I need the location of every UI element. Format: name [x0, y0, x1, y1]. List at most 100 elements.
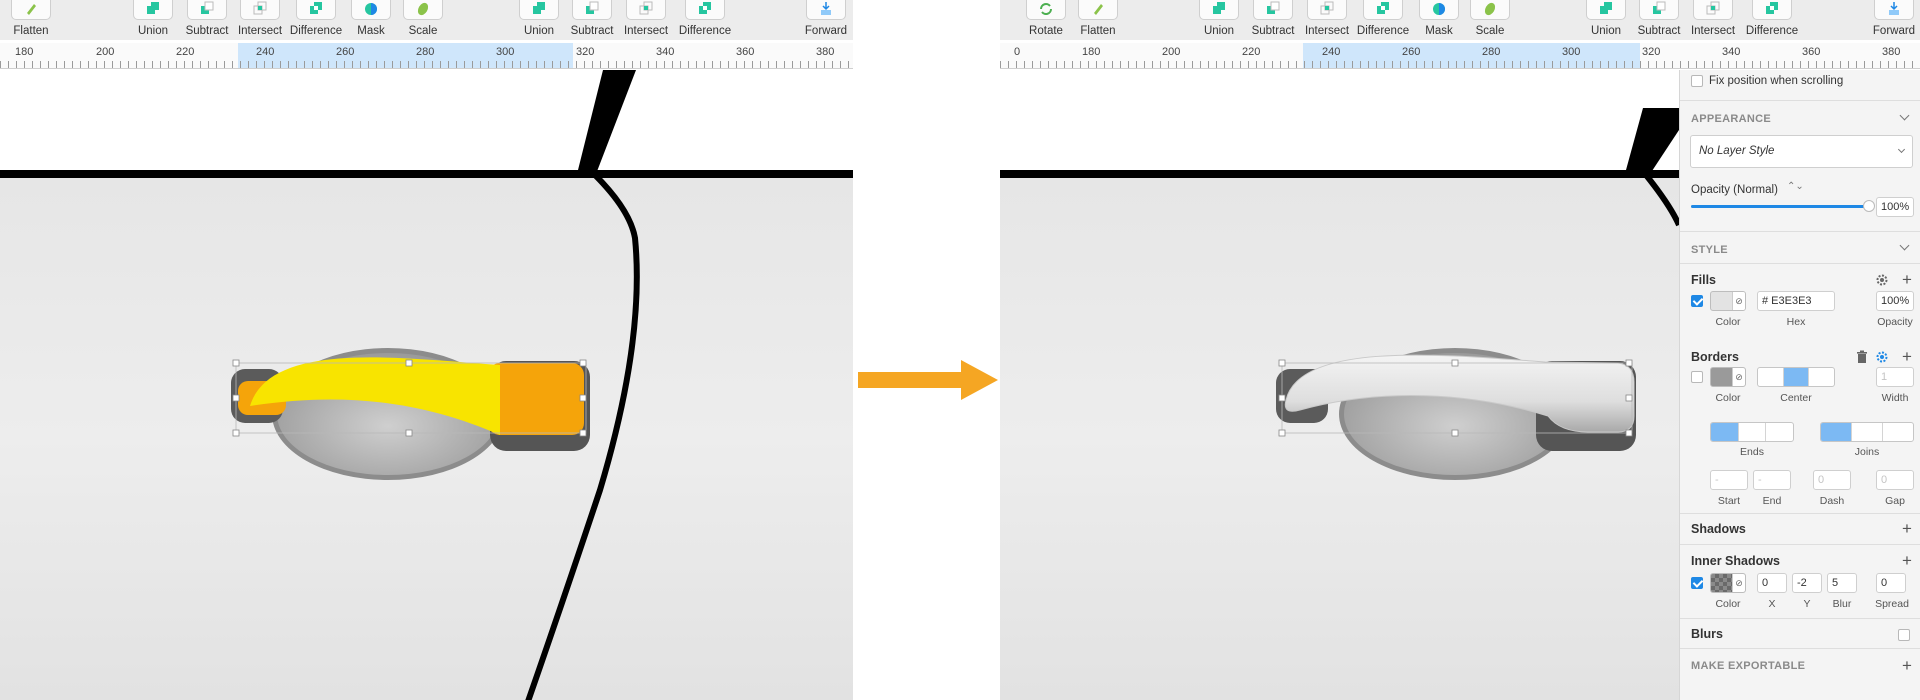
mask-icon — [365, 3, 377, 15]
fill-opacity-input[interactable]: 100% — [1876, 291, 1914, 311]
blur-enabled-checkbox[interactable] — [1898, 629, 1910, 641]
border-center-icon[interactable] — [1783, 368, 1810, 386]
toolbar-subtract-button[interactable]: Subtract — [178, 0, 236, 40]
border-outside-icon[interactable] — [1809, 368, 1834, 386]
toolbar-union-button[interactable]: Union — [1190, 0, 1248, 40]
after-panel: Rotate Flatten Union Subtract Intersect … — [1000, 0, 1920, 700]
ends-label: Ends — [1740, 446, 1764, 458]
toolbar-intersect-button-2[interactable]: Intersect — [1684, 0, 1742, 40]
forward-icon — [1889, 2, 1899, 15]
trash-icon[interactable] — [1856, 350, 1868, 364]
toolbar-subtract-button-2[interactable]: Subtract — [1630, 0, 1688, 40]
border-width-input[interactable]: 1 — [1876, 367, 1914, 387]
toolbar-mask-button[interactable]: Mask — [342, 0, 400, 40]
start-label: Start — [1717, 495, 1741, 507]
inspector-panel: Fix position when scrolling APPEARANCE N… — [1679, 70, 1920, 700]
toolbar-union-button-2[interactable]: Union — [1577, 0, 1635, 40]
toolbar-difference-button[interactable]: Difference — [287, 0, 345, 40]
ruler-label: 300 — [1562, 46, 1581, 58]
inner-shadow-spread-label: Spread — [1875, 598, 1909, 610]
border-color-swatch[interactable]: ⊘ — [1710, 367, 1746, 387]
dash-label: Dash — [1819, 495, 1845, 507]
toolbar-scale-button[interactable]: Scale — [1461, 0, 1519, 40]
toolbar-forward-button[interactable]: Forward — [1865, 0, 1920, 40]
border-enabled-checkbox[interactable] — [1691, 371, 1703, 383]
intersect-icon — [253, 1, 267, 15]
ruler-label: 200 — [96, 46, 115, 58]
inner-shadow-x-input[interactable]: 0 — [1757, 573, 1787, 593]
toolbar-forward-button[interactable]: Forward — [797, 0, 853, 40]
canvas[interactable] — [0, 70, 853, 700]
gear-icon[interactable] — [1875, 350, 1889, 364]
dash-input[interactable]: 0 — [1813, 470, 1851, 490]
ruler-label: 240 — [1322, 46, 1341, 58]
add-border-icon[interactable]: + — [1902, 348, 1912, 365]
toolbar-difference-button-2[interactable]: Difference — [1743, 0, 1801, 40]
toolbar-flatten-button[interactable]: Flatten — [1069, 0, 1127, 40]
inner-shadow-color-swatch[interactable]: ⊘ — [1710, 573, 1746, 593]
borders-title: Borders — [1691, 350, 1739, 364]
toolbar-subtract-button[interactable]: Subtract — [1244, 0, 1302, 40]
union-icon — [533, 2, 545, 14]
toolbar-intersect-button[interactable]: Intersect — [231, 0, 289, 40]
line-ends-segmented[interactable] — [1710, 422, 1794, 442]
inner-shadow-spread-input[interactable]: 0 — [1876, 573, 1906, 593]
inner-shadow-y-label: Y — [1803, 598, 1811, 610]
border-inside-icon[interactable] — [1758, 368, 1784, 386]
inner-shadows-title: Inner Shadows — [1691, 554, 1780, 568]
toolbar-difference-button[interactable]: Difference — [1354, 0, 1412, 40]
opacity-input[interactable]: 100% — [1876, 197, 1914, 217]
toolbar: Flatten Union Subtract Intersect Differe… — [0, 0, 853, 40]
add-shadow-icon[interactable]: + — [1902, 520, 1912, 537]
fix-position-checkbox[interactable] — [1691, 75, 1703, 87]
opacity-slider-track[interactable] — [1691, 200, 1875, 212]
gap-input[interactable]: 0 — [1876, 470, 1914, 490]
toolbar-rotate-button[interactable]: Rotate — [1017, 0, 1075, 40]
round-end-icon[interactable] — [1739, 423, 1767, 441]
add-inner-shadow-icon[interactable]: + — [1902, 552, 1912, 569]
start-arrow-select[interactable]: - — [1710, 470, 1748, 490]
butt-end-icon[interactable] — [1711, 423, 1739, 441]
ruler-label: 280 — [416, 46, 435, 58]
toolbar-subtract-button-2[interactable]: Subtract — [563, 0, 621, 40]
difference-icon — [310, 2, 322, 14]
inner-shadow-blur-label: Blur — [1832, 598, 1852, 610]
toolbar-difference-button-2[interactable]: Difference — [676, 0, 734, 40]
toolbar-union-button[interactable]: Union — [124, 0, 182, 40]
end-arrow-select[interactable]: - — [1753, 470, 1791, 490]
inner-shadow-enabled-checkbox[interactable] — [1691, 577, 1703, 589]
line-joins-segmented[interactable] — [1820, 422, 1914, 442]
border-color-label: Color — [1715, 392, 1741, 404]
add-export-icon[interactable]: + — [1902, 657, 1912, 674]
toolbar-union-button-2[interactable]: Union — [510, 0, 568, 40]
fill-hex-input[interactable]: # E3E3E3 — [1757, 291, 1835, 311]
toolbar-intersect-button-2[interactable]: Intersect — [617, 0, 675, 40]
divider — [1680, 513, 1920, 514]
add-fill-icon[interactable]: + — [1902, 271, 1912, 288]
gap-label: Gap — [1885, 495, 1905, 507]
bevel-join-icon[interactable] — [1883, 423, 1913, 441]
border-position-segmented[interactable] — [1757, 367, 1835, 387]
toolbar-mask-button[interactable]: Mask — [1410, 0, 1468, 40]
miter-join-icon[interactable] — [1821, 423, 1852, 441]
fill-opacity-label: Opacity — [1877, 316, 1913, 328]
layer-style-select[interactable]: No Layer Style — [1690, 135, 1913, 168]
blend-mode-stepper-icon[interactable]: ⌃⌄ — [1787, 181, 1804, 192]
divider — [1680, 544, 1920, 545]
round-join-icon[interactable] — [1852, 423, 1883, 441]
chevron-down-icon[interactable] — [1899, 110, 1910, 121]
square-end-icon[interactable] — [1766, 423, 1793, 441]
chevron-down-icon[interactable] — [1899, 240, 1910, 251]
toolbar-scale-button[interactable]: Scale — [394, 0, 452, 40]
union-icon — [147, 2, 159, 14]
inner-shadow-y-input[interactable]: -2 — [1792, 573, 1822, 593]
inner-shadow-blur-input[interactable]: 5 — [1827, 573, 1857, 593]
toolbar-flatten-button[interactable]: Flatten — [2, 0, 60, 40]
opacity-slider-knob[interactable] — [1863, 200, 1875, 212]
ruler-ticks — [1000, 61, 1920, 68]
gear-icon[interactable] — [1875, 273, 1889, 287]
toolbar-intersect-button[interactable]: Intersect — [1298, 0, 1356, 40]
ruler-label: 260 — [1402, 46, 1421, 58]
fill-color-swatch[interactable]: ⊘ — [1710, 291, 1746, 311]
fill-enabled-checkbox[interactable] — [1691, 295, 1703, 307]
